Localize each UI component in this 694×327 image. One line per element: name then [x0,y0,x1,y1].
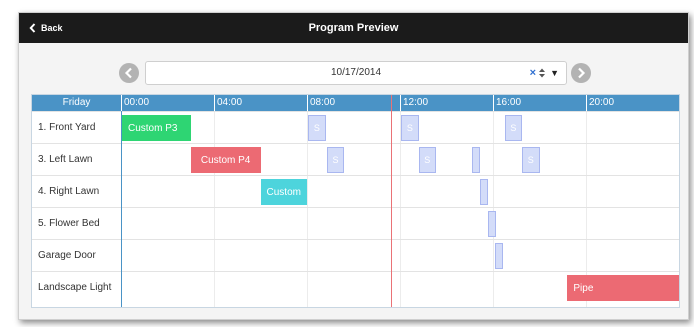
zone-label: Landscape Light [38,282,112,293]
current-time-indicator [390,95,392,307]
program-block[interactable]: Custom [260,179,307,205]
schedule-grid: Friday 00:00 04:00 08:00 12:00 16:00 20:00 1.… [31,94,680,308]
clear-icon[interactable]: × [530,62,536,84]
schedule-row: Landscape Light Pipe [32,271,679,303]
dropdown-arrow-icon[interactable]: ▼ [550,62,559,84]
schedule-row: 5. Flower Bed [32,207,679,239]
hour-label: 16:00 [493,95,586,111]
schedule-header: Friday 00:00 04:00 08:00 12:00 16:00 20:00 [32,95,679,111]
schedule-row: Garage Door [32,239,679,271]
next-day-button[interactable] [571,63,591,83]
hour-label: 20:00 [586,95,679,111]
schedule-row: 1. Front Yard Custom P3 S S S [32,111,679,143]
program-preview-window: Back Program Preview 10/17/2014 × ▼ Frid… [18,12,689,320]
schedule-marker[interactable]: S [418,147,437,173]
program-block[interactable]: Custom P3 [121,115,191,141]
chevron-right-icon [578,67,586,79]
date-value: 10/17/2014 [330,67,382,78]
hour-label: 00:00 [121,95,214,111]
program-block[interactable]: Pipe [567,275,679,301]
chevron-left-icon [124,67,132,79]
hour-label: 12:00 [400,95,493,111]
hour-label: 08:00 [307,95,400,111]
schedule-marker[interactable] [495,243,504,269]
schedule-marker[interactable] [488,211,497,237]
schedule-row: 3. Left Lawn Custom P4 S S S [32,143,679,175]
schedule-marker[interactable]: S [308,115,326,141]
spinner-icon[interactable] [538,67,546,79]
schedule-marker[interactable] [472,147,481,173]
zone-label: 4. Right Lawn [38,186,100,197]
hour-label: 04:00 [214,95,307,111]
label-separator [121,111,122,307]
zone-label: 1. Front Yard [38,122,96,133]
schedule-marker[interactable]: S [326,147,345,173]
schedule-marker[interactable]: S [522,147,540,173]
date-selector: 10/17/2014 × ▼ [119,61,591,85]
schedule-marker[interactable]: S [401,115,419,141]
date-input[interactable]: 10/17/2014 × ▼ [145,61,567,85]
day-label: Friday [62,97,91,108]
page-title: Program Preview [308,22,399,34]
schedule-marker[interactable]: S [504,115,523,141]
schedule-marker[interactable] [480,179,489,205]
zone-label: 3. Left Lawn [38,154,93,165]
zone-label: Garage Door [38,250,96,261]
previous-day-button[interactable] [119,63,139,83]
zone-label: 5. Flower Bed [38,218,100,229]
program-block[interactable]: Custom P4 [190,147,261,173]
schedule-row: 4. Right Lawn Custom [32,175,679,207]
top-bar: Back Program Preview [19,13,688,43]
